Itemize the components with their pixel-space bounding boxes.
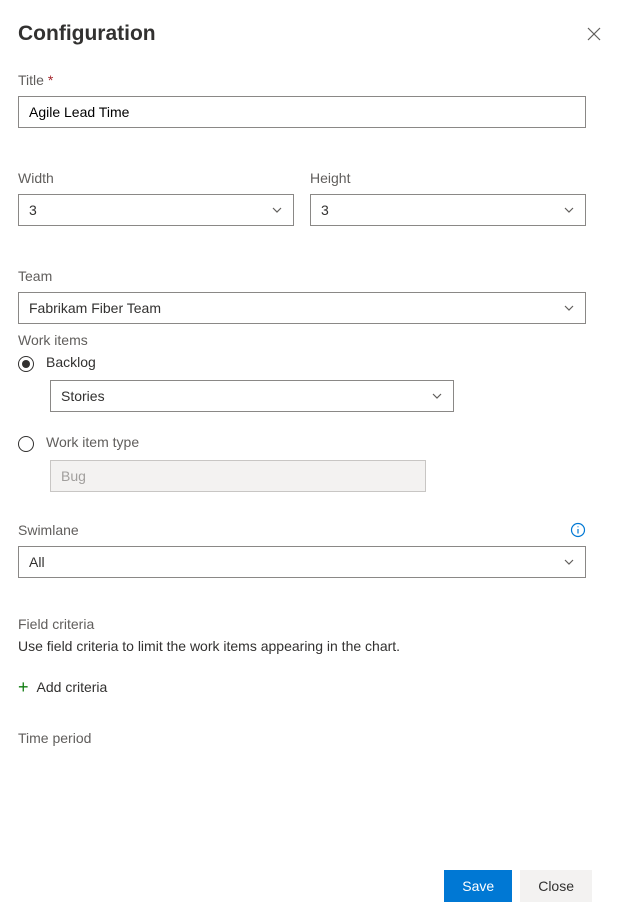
width-label: Width: [18, 170, 294, 186]
work-item-type-select: Bug: [50, 460, 426, 492]
save-button[interactable]: Save: [444, 870, 512, 902]
team-value: Fabrikam Fiber Team: [29, 300, 161, 316]
width-select[interactable]: 3: [18, 194, 294, 226]
chevron-down-icon: [563, 204, 575, 216]
panel-title: Configuration: [18, 22, 156, 46]
chevron-down-icon: [431, 390, 443, 402]
backlog-select[interactable]: Stories: [50, 380, 454, 412]
time-period-label: Time period: [18, 730, 586, 746]
width-value: 3: [29, 202, 37, 218]
title-label: Title: [18, 72, 586, 88]
swimlane-value: All: [29, 554, 45, 570]
work-items-label: Work items: [18, 332, 586, 348]
swimlane-label: Swimlane: [18, 522, 79, 538]
close-footer-button[interactable]: Close: [520, 870, 592, 902]
work-item-type-radio-label: Work item type: [46, 434, 139, 450]
close-icon: [587, 27, 601, 41]
chevron-down-icon: [563, 302, 575, 314]
chevron-down-icon: [271, 204, 283, 216]
height-select[interactable]: 3: [310, 194, 586, 226]
field-criteria-helper: Use field criteria to limit the work ite…: [18, 638, 586, 654]
backlog-radio[interactable]: [18, 356, 34, 372]
info-icon[interactable]: [570, 522, 586, 538]
work-item-type-radio[interactable]: [18, 436, 34, 452]
height-label: Height: [310, 170, 586, 186]
title-input[interactable]: [18, 96, 586, 128]
plus-icon: +: [18, 678, 29, 696]
work-item-type-value: Bug: [61, 468, 86, 484]
team-label: Team: [18, 268, 586, 284]
backlog-radio-label: Backlog: [46, 354, 96, 370]
chevron-down-icon: [563, 556, 575, 568]
height-value: 3: [321, 202, 329, 218]
swimlane-select[interactable]: All: [18, 546, 586, 578]
backlog-value: Stories: [61, 388, 105, 404]
add-criteria-label: Add criteria: [37, 679, 108, 695]
field-criteria-label: Field criteria: [18, 616, 586, 632]
team-select[interactable]: Fabrikam Fiber Team: [18, 292, 586, 324]
add-criteria-button[interactable]: + Add criteria: [18, 674, 586, 700]
close-button[interactable]: [578, 18, 610, 50]
